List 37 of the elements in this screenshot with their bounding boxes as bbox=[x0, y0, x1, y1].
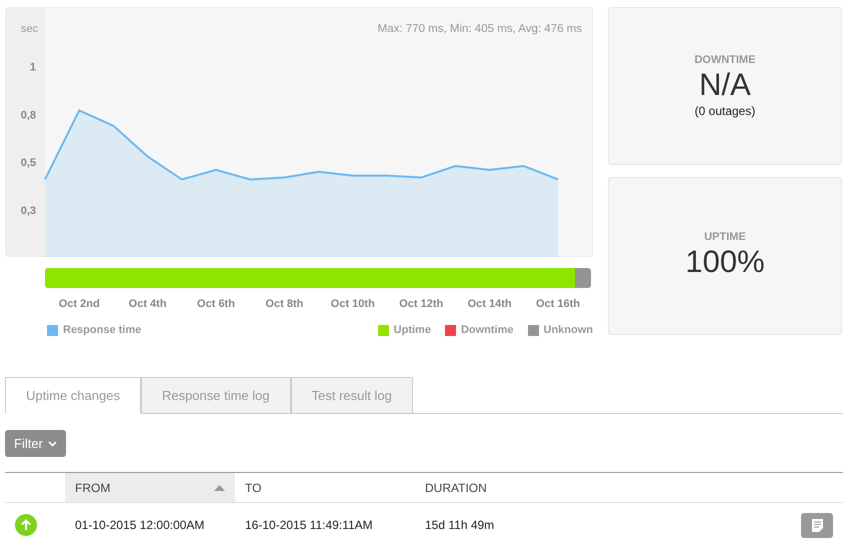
card-title: DOWNTIME bbox=[694, 54, 756, 66]
filter-button[interactable]: Filter bbox=[5, 430, 66, 457]
y-axis-label: sec bbox=[20, 23, 38, 35]
y-tick-label: 0,5 bbox=[20, 157, 36, 170]
table-cell-text: 16-10-2015 11:49:11AM bbox=[244, 518, 374, 532]
y-tick-label: 1 bbox=[30, 61, 36, 74]
column-header[interactable]: DURATION bbox=[415, 473, 585, 502]
tab[interactable]: Response time log bbox=[140, 377, 291, 413]
table-cell-text: 01-10-2015 12:00:00AM bbox=[74, 518, 206, 532]
x-tick-label: Oct 16th bbox=[536, 298, 580, 310]
tab[interactable]: Uptime changes bbox=[5, 377, 141, 414]
y-tick-label: 0,8 bbox=[20, 109, 36, 122]
legend-label: Unknown bbox=[544, 324, 593, 336]
x-tick-label: Oct 2nd bbox=[58, 298, 100, 310]
x-tick-label: Oct 14th bbox=[468, 298, 512, 310]
y-tick-label: 0,3 bbox=[20, 205, 36, 218]
legend-label: Uptime bbox=[394, 324, 431, 336]
x-tick-label: Oct 10th bbox=[330, 298, 375, 310]
x-tick-label: Oct 8th bbox=[265, 298, 304, 310]
tab[interactable]: Test result log bbox=[290, 377, 413, 413]
legend-label: Response time bbox=[63, 324, 142, 336]
table-cell-text: 15d 11h 49m bbox=[424, 518, 496, 532]
card-value: N/A bbox=[699, 66, 751, 104]
x-tick-label: Oct 12th bbox=[399, 298, 444, 310]
x-tick-label: Oct 6th bbox=[197, 298, 235, 310]
document-icon bbox=[812, 518, 822, 532]
legend-label: Downtime bbox=[460, 324, 514, 336]
chart-summary: Max: 770 ms, Min: 405 ms, Avg: 476 ms bbox=[378, 23, 582, 35]
card-value: 100% bbox=[685, 243, 765, 281]
card-note: (0 outages) bbox=[694, 104, 756, 118]
column-header[interactable]: FROM bbox=[65, 473, 235, 502]
card-title: UPTIME bbox=[704, 231, 746, 243]
sort-ascending-icon bbox=[214, 484, 225, 490]
column-header[interactable]: TO bbox=[235, 473, 415, 502]
x-tick-label: Oct 4th bbox=[128, 298, 167, 310]
chevron-down-icon bbox=[48, 440, 57, 446]
details-button[interactable] bbox=[801, 512, 833, 538]
